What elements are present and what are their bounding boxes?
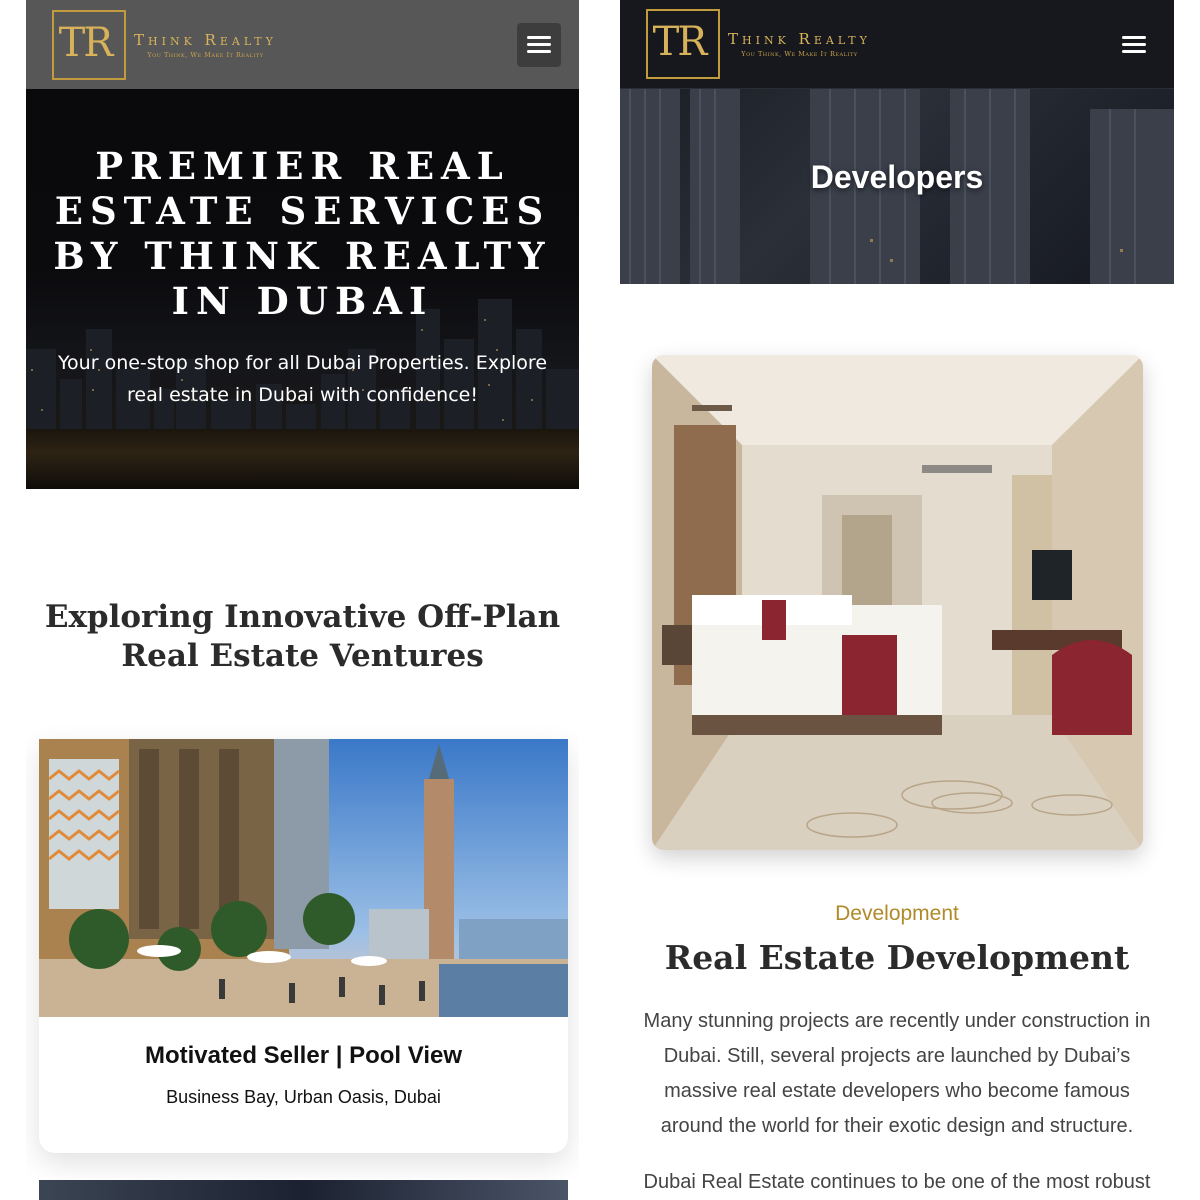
logo-name: Think Realty [134,30,277,49]
logo-mark: TR [58,19,114,66]
hero-subtitle: Your one-stop shop for all Dubai Propert… [57,352,548,406]
left-screen: TR Think Realty You Think, We Make It Re… [26,0,579,1200]
section-eyebrow: Development [835,902,959,925]
section-body: Many stunning projects are recently unde… [643,1010,1151,1137]
right-screen: Developers TR Think Realty You Think, We… [620,0,1174,1200]
developers-title: Developers [810,159,984,195]
logo-text: Think Realty You Think, We Make It Reali… [728,30,871,58]
logo[interactable]: TR Think Realty You Think, We Make It Re… [646,9,871,79]
logo-mark-box: TR [646,9,720,79]
section-body-continued: Dubai Real Estate continues to be one of… [643,1171,1151,1193]
listing-image [39,739,568,1017]
hotel-room-image [652,355,1143,850]
logo-text: Think Realty You Think, We Make It Reali… [134,31,277,59]
logo-mark-box: TR [52,9,126,80]
hero-title: PREMIER REAL ESTATE SERVICES BY THINK RE… [53,144,552,323]
hamburger-menu-icon[interactable] [517,22,561,67]
logo-mark: TR [652,19,708,65]
listing-location: Business Bay, Urban Oasis, Dubai [166,1087,441,1107]
logo-tagline: You Think, We Make It Reality [741,50,858,58]
hero-banner: PREMIER REAL ESTATE SERVICES BY THINK RE… [26,89,579,489]
hamburger-menu-icon[interactable] [1112,22,1156,66]
water-reflection [26,429,579,489]
site-header: TR Think Realty You Think, We Make It Re… [620,0,1174,89]
section-heading: Exploring Innovative Off-Plan Real Estat… [44,599,561,674]
site-header: TR Think Realty You Think, We Make It Re… [26,0,579,89]
section-heading: Real Estate Development [664,938,1130,977]
logo-tagline: You Think, We Make It Reality [147,50,264,59]
logo-name: Think Realty [728,30,871,48]
developers-banner: Developers [620,89,1174,284]
listing-card[interactable]: Motivated Seller | Pool View Business Ba… [39,739,568,1153]
next-listing-card-image[interactable] [39,1180,568,1200]
logo[interactable]: TR Think Realty You Think, We Make It Re… [52,9,277,80]
listing-title[interactable]: Motivated Seller | Pool View [39,1042,568,1070]
